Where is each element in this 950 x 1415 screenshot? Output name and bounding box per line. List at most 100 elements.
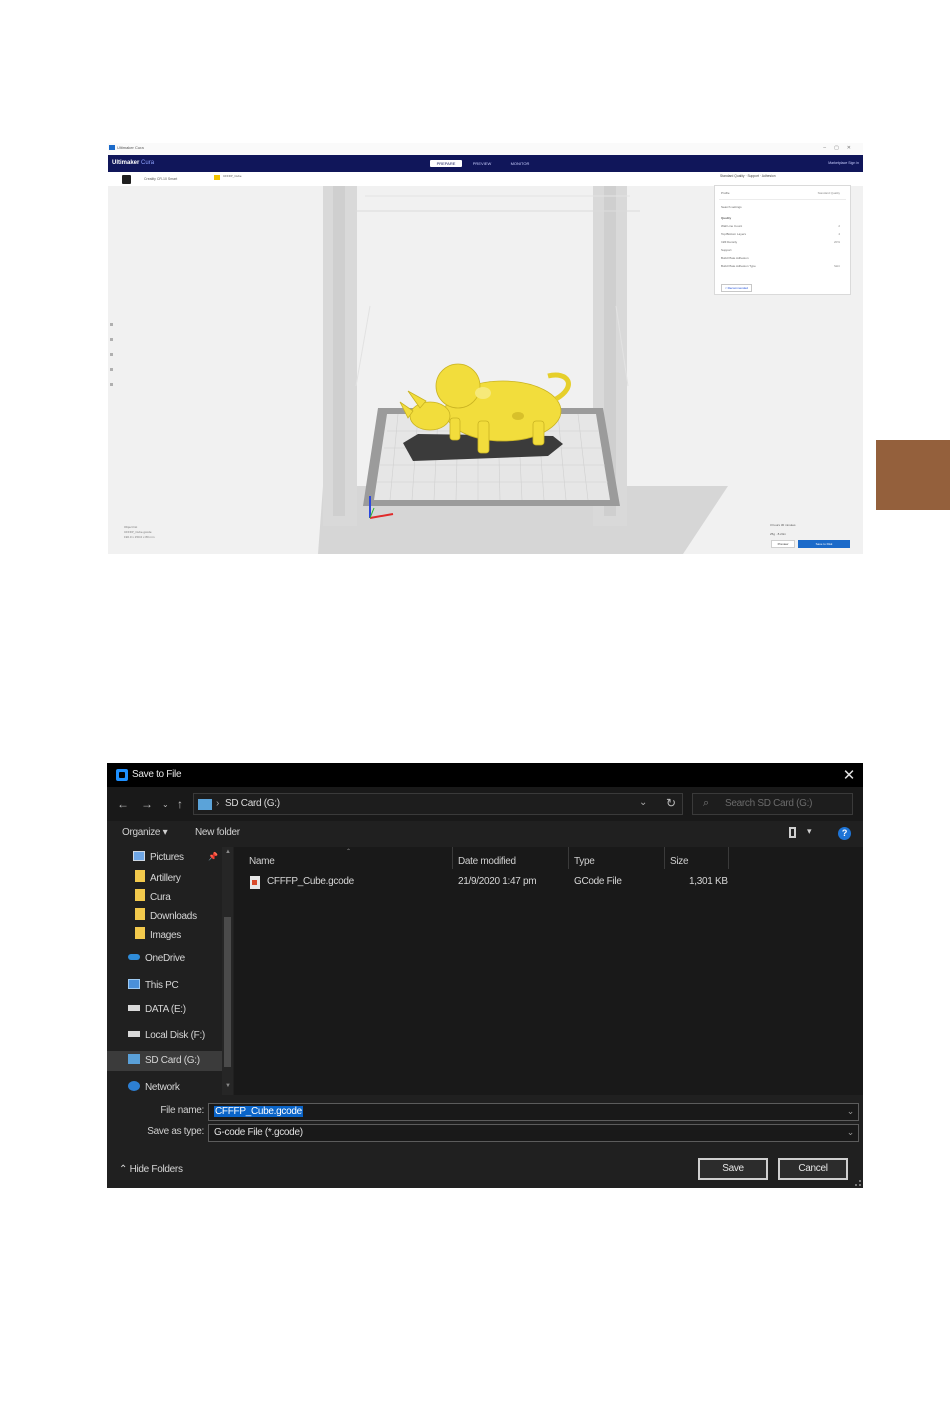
- loaded-file-name: CFFFP_Cube: [223, 174, 242, 178]
- file-name-value[interactable]: CFFFP_Cube.gcode: [214, 1106, 303, 1117]
- pc-icon: [128, 979, 140, 989]
- chevron-down-icon[interactable]: ⌄: [847, 1127, 855, 1138]
- chevron-down-icon[interactable]: ▾: [807, 826, 812, 837]
- sidebar-item-label: Pictures: [150, 852, 184, 863]
- setting-value[interactable]: 20%: [834, 240, 840, 244]
- column-header-name[interactable]: Name: [249, 856, 275, 867]
- table-row[interactable]: CFFFP_Cube.gcode 21/9/2020 1:47 pm GCode…: [234, 873, 863, 893]
- sidebar-item-data-e[interactable]: DATA (E:): [128, 1004, 186, 1015]
- scrollbar-thumb[interactable]: [224, 917, 231, 1067]
- pictures-icon: [133, 851, 145, 861]
- preview-button[interactable]: Preview: [771, 540, 795, 548]
- column-header-date[interactable]: Date modified: [458, 856, 516, 867]
- sidebar-item-pictures[interactable]: Pictures: [133, 851, 184, 863]
- back-arrow-icon[interactable]: ←: [117, 797, 129, 811]
- breadcrumb-location[interactable]: SD Card (G:): [225, 798, 280, 809]
- printer-icon[interactable]: [122, 175, 131, 184]
- setting-category[interactable]: Quality: [721, 216, 731, 220]
- recommended-button[interactable]: < Recommended: [721, 284, 752, 292]
- save-type-select[interactable]: G-code File (*.gcode) ⌄: [208, 1124, 859, 1142]
- setting-value[interactable]: 4: [838, 232, 840, 236]
- scroll-up-icon[interactable]: ▲: [225, 849, 231, 855]
- save-button[interactable]: Save: [698, 1158, 768, 1180]
- support-tool-icon[interactable]: [110, 383, 113, 386]
- sidebar-item-sd-card[interactable]: SD Card (G:): [107, 1051, 222, 1071]
- navigation-pane: Pictures 📌 Artillery Cura Downloads Imag…: [107, 847, 233, 1095]
- organize-button[interactable]: Organize ▾: [122, 827, 168, 838]
- print-settings-summary[interactable]: Standard Quality · Support · Adhesion: [720, 174, 776, 178]
- sort-caret-icon: ⌃: [346, 849, 351, 855]
- sidebar-item-label: Downloads: [150, 911, 197, 922]
- file-name-field[interactable]: CFFFP_Cube.gcode ⌄: [208, 1103, 859, 1121]
- sidebar-item-downloads[interactable]: Downloads: [135, 908, 197, 922]
- view-options-icon[interactable]: [789, 827, 796, 838]
- cura-screenshot: Ultimaker Cura –▢✕ Ultimaker Cura PREPAR…: [108, 143, 863, 554]
- save-type-label: Save as type:: [147, 1126, 204, 1137]
- close-icon[interactable]: ✕: [843, 766, 856, 784]
- cancel-button[interactable]: Cancel: [778, 1158, 848, 1180]
- sidebar-item-network[interactable]: Network: [128, 1081, 180, 1093]
- sidebar-item-artillery[interactable]: Artillery: [135, 870, 181, 884]
- sidebar-item-cura[interactable]: Cura: [135, 889, 171, 903]
- setting-label: Wall Line Count: [721, 224, 743, 228]
- command-bar: Organize ▾ New folder ▾ ?: [107, 821, 863, 847]
- sidebar-item-onedrive[interactable]: OneDrive: [128, 953, 185, 964]
- mirror-tool-icon[interactable]: [110, 368, 113, 371]
- address-bar[interactable]: › SD Card (G:) ⌄ ↻: [193, 793, 683, 815]
- sd-card-icon: [128, 1054, 140, 1064]
- forward-arrow-icon[interactable]: →: [141, 797, 153, 811]
- pin-icon[interactable]: 📌: [208, 852, 218, 861]
- nav-pane-scrollbar[interactable]: ▲ ▼: [222, 847, 233, 1095]
- column-divider[interactable]: [452, 847, 453, 869]
- setting-value[interactable]: Standard Quality: [818, 191, 840, 195]
- new-folder-button[interactable]: New folder: [195, 827, 240, 838]
- scale-tool-icon[interactable]: [110, 338, 113, 341]
- sidebar-item-local-disk-f[interactable]: Local Disk (F:): [128, 1030, 205, 1041]
- sd-card-icon: [198, 799, 212, 810]
- print-settings-panel: Profile Standard Quality Search settings…: [714, 185, 851, 295]
- help-icon[interactable]: ?: [838, 827, 851, 840]
- scroll-down-icon[interactable]: ▼: [225, 1083, 231, 1089]
- column-divider[interactable]: [664, 847, 665, 869]
- setting-label: Profile: [721, 191, 730, 195]
- save-to-file-dialog: Save to File ✕ ← → ⌄ ↑ › SD Card (G:) ⌄ …: [107, 763, 863, 1188]
- open-file-icon[interactable]: [214, 175, 220, 180]
- save-to-disk-button[interactable]: Save to Disk: [798, 540, 850, 548]
- folder-icon: [135, 908, 145, 920]
- recent-locations-icon[interactable]: ⌄: [162, 800, 169, 809]
- settings-search[interactable]: Search settings: [721, 205, 742, 209]
- hide-folders-button[interactable]: ⌃ Hide Folders: [119, 1164, 183, 1175]
- tab-monitor[interactable]: MONITOR: [504, 160, 536, 167]
- resize-grip-icon[interactable]: [855, 1180, 861, 1186]
- sidebar-item-label: DATA (E:): [145, 1004, 186, 1015]
- tab-preview[interactable]: PREVIEW: [466, 160, 498, 167]
- printer-selector[interactable]: Creality CR-10 Smart: [144, 177, 177, 181]
- setting-value[interactable]: 2: [838, 224, 840, 228]
- refresh-icon[interactable]: ↻: [666, 796, 676, 810]
- search-input[interactable]: ⌕ Search SD Card (G:): [692, 793, 853, 815]
- page-side-tab: [876, 440, 950, 510]
- chevron-down-icon[interactable]: ⌄: [847, 1106, 855, 1117]
- dialog-title: Save to File: [132, 769, 182, 780]
- sidebar-item-this-pc[interactable]: This PC: [128, 979, 179, 991]
- rotate-tool-icon[interactable]: [110, 353, 113, 356]
- column-divider[interactable]: [728, 847, 729, 869]
- setting-label: Infill Density: [721, 240, 738, 244]
- header-right-links[interactable]: Marketplace Sign in: [828, 161, 859, 165]
- object-list[interactable]: Object list CFFFP_Cube.gcode 190.0 x 150…: [124, 525, 155, 540]
- move-tool-icon[interactable]: [110, 323, 113, 326]
- chevron-down-icon[interactable]: ⌄: [639, 797, 647, 808]
- column-header-size[interactable]: Size: [670, 856, 689, 867]
- column-header-type[interactable]: Type: [574, 856, 595, 867]
- up-arrow-icon[interactable]: ↑: [177, 797, 183, 811]
- setting-value[interactable]: Skirt: [834, 264, 840, 268]
- tool-sidebar: [110, 323, 115, 398]
- window-controls-icon[interactable]: –▢✕: [823, 145, 859, 151]
- cura-app-icon: [109, 145, 115, 150]
- file-name: CFFFP_Cube.gcode: [267, 876, 354, 887]
- sidebar-item-images[interactable]: Images: [135, 927, 181, 941]
- cura-header: Ultimaker Cura PREPARE PREVIEW MONITOR M…: [108, 155, 863, 172]
- print-time: 3 hours 30 minutes: [770, 523, 796, 527]
- column-divider[interactable]: [568, 847, 569, 869]
- tab-prepare[interactable]: PREPARE: [430, 160, 462, 167]
